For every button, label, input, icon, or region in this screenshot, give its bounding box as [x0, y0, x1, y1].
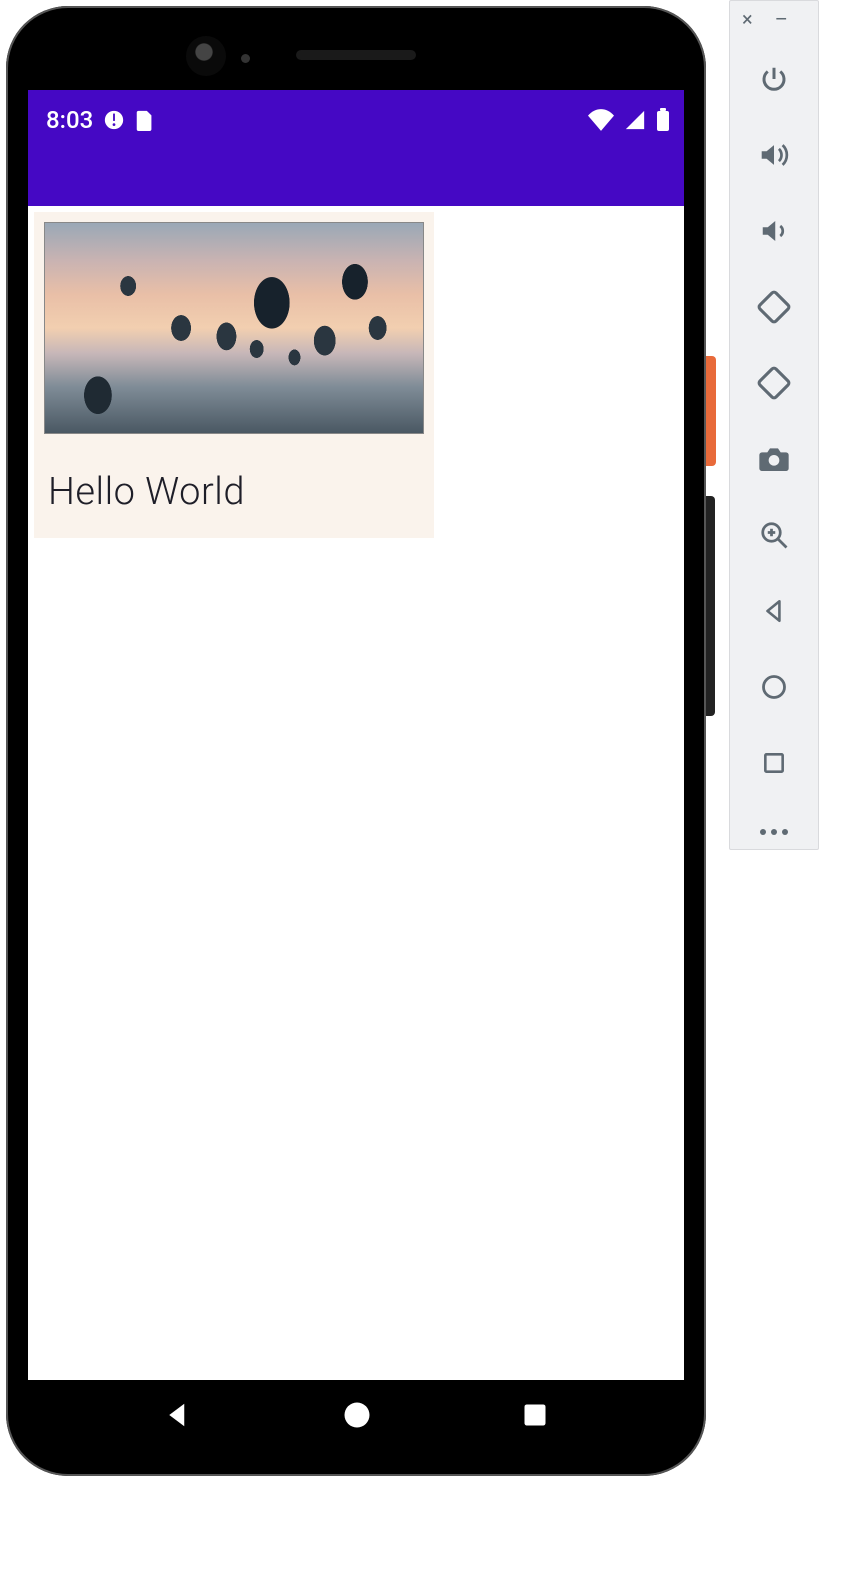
- camera-icon[interactable]: [754, 439, 794, 479]
- hello-card[interactable]: Hello World: [34, 212, 434, 538]
- volume-down-icon[interactable]: [754, 211, 794, 251]
- sim-icon: [135, 109, 155, 131]
- card-image: [44, 222, 424, 434]
- volume-up-icon[interactable]: [754, 135, 794, 175]
- more-icon[interactable]: [760, 829, 788, 835]
- app-bar: [28, 150, 684, 206]
- phone-device-frame: 8:03: [6, 6, 706, 1476]
- clock-alert-icon: [103, 109, 125, 131]
- status-bar: 8:03: [28, 90, 684, 150]
- rotate-right-icon[interactable]: [754, 363, 794, 403]
- nav-home-button[interactable]: [342, 1400, 372, 1430]
- phone-screen: 8:03: [28, 90, 684, 1450]
- front-camera: [186, 36, 226, 76]
- rotate-left-icon[interactable]: [754, 287, 794, 327]
- window-minimize-button[interactable]: –: [775, 7, 788, 31]
- back-icon[interactable]: [754, 591, 794, 631]
- nav-back-button[interactable]: [163, 1400, 193, 1430]
- wifi-icon: [588, 109, 614, 131]
- status-time: 8:03: [46, 106, 93, 134]
- emulator-toolbar: × –: [729, 0, 819, 850]
- card-title: Hello World: [44, 470, 424, 514]
- sensor-dot: [241, 54, 250, 63]
- app-content: Hello World: [28, 206, 684, 1380]
- system-nav-bar: [28, 1380, 684, 1450]
- zoom-icon[interactable]: [754, 515, 794, 555]
- home-icon[interactable]: [754, 667, 794, 707]
- status-right: [588, 108, 670, 132]
- status-left: 8:03: [46, 106, 155, 134]
- speaker-grille: [296, 50, 416, 60]
- nav-recents-button[interactable]: [521, 1401, 549, 1429]
- signal-icon: [624, 109, 646, 131]
- window-close-button[interactable]: ×: [742, 7, 753, 31]
- battery-icon: [656, 108, 670, 132]
- overview-icon[interactable]: [754, 743, 794, 783]
- power-icon[interactable]: [754, 59, 794, 99]
